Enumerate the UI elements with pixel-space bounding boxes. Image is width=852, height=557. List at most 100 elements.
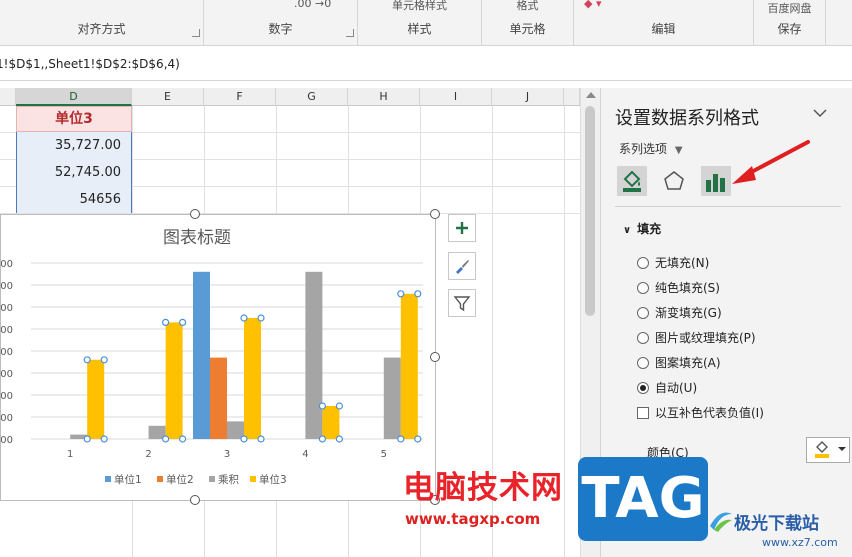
bar[interactable]: [87, 359, 105, 439]
legend-label[interactable]: 单位2: [166, 473, 194, 486]
selection-handle[interactable]: [397, 435, 405, 443]
dialog-launcher-icon[interactable]: [192, 29, 200, 37]
series-options-tab[interactable]: [701, 166, 731, 196]
radio-button[interactable]: [637, 331, 649, 344]
legend-label[interactable]: 单位1: [114, 473, 142, 486]
legend-label[interactable]: 单位3: [259, 473, 287, 486]
decimal-icon[interactable]: .00 →0: [294, 0, 331, 10]
selection-handle[interactable]: [257, 314, 265, 322]
legend-swatch[interactable]: [105, 476, 111, 482]
chevron-down-icon[interactable]: [813, 108, 827, 118]
column-header-g[interactable]: G: [276, 88, 348, 106]
eraser-icon[interactable]: ◆ ▾: [584, 0, 601, 10]
radio-button[interactable]: [637, 306, 649, 319]
column-header-h[interactable]: H: [348, 88, 420, 106]
selection-handle[interactable]: [414, 435, 422, 443]
resize-handle-right[interactable]: [430, 352, 440, 362]
bar[interactable]: [210, 357, 227, 439]
resize-handle-top[interactable]: [190, 209, 200, 219]
automatic-fill-option[interactable]: 自动(U): [637, 379, 697, 396]
legend-swatch[interactable]: [250, 476, 256, 482]
chart-svg[interactable]: 图表标题 000 000 000 000 000 000 000 000 000 1 2 3 4 5 单…: [0, 215, 437, 502]
selection-handle[interactable]: [414, 290, 422, 298]
chart-elements-button[interactable]: [448, 214, 476, 242]
selection-handle[interactable]: [162, 318, 170, 327]
selection-handle[interactable]: [397, 290, 405, 298]
radio-button-selected[interactable]: [637, 381, 649, 394]
color-picker-button[interactable]: [806, 437, 850, 463]
legend-swatch[interactable]: [209, 476, 215, 482]
ribbon-group-number[interactable]: .00 →0 数字: [204, 0, 358, 46]
selection-handle[interactable]: [257, 435, 265, 443]
scroll-up-icon[interactable]: [586, 92, 596, 98]
fill-line-tab[interactable]: [617, 166, 647, 196]
chart-filters-button[interactable]: [448, 289, 476, 317]
legend-label[interactable]: 乘积: [218, 474, 239, 486]
formula-bar[interactable]: 1!$D$1,,Sheet1!$D$2:$D$6,4): [0, 47, 852, 81]
checkbox[interactable]: [637, 406, 649, 419]
column-header-j[interactable]: J: [492, 88, 564, 106]
ribbon-group-save[interactable]: 百度网盘 保存: [754, 0, 826, 46]
bar[interactable]: [400, 293, 418, 439]
column-header-c[interactable]: [0, 88, 16, 106]
cell-styles-button[interactable]: 单元格样式: [358, 0, 481, 13]
selection-handle[interactable]: [318, 402, 326, 410]
radio-button[interactable]: [637, 356, 649, 369]
selection-handle[interactable]: [335, 435, 343, 443]
selection-handle[interactable]: [240, 435, 248, 443]
ribbon-group-styles[interactable]: 单元格样式 样式: [358, 0, 482, 46]
selection-handle[interactable]: [240, 314, 248, 322]
column-header-f[interactable]: F: [204, 88, 276, 106]
selection-handle[interactable]: [179, 435, 187, 443]
effects-tab[interactable]: [659, 166, 689, 196]
fill-section-header[interactable]: ∨ 填充: [623, 220, 661, 237]
x-tick-label: 5: [381, 449, 387, 460]
bar[interactable]: [227, 421, 244, 439]
selection-handle[interactable]: [100, 356, 108, 364]
chart-styles-button[interactable]: [448, 252, 476, 280]
pattern-fill-option[interactable]: 图案填充(A): [637, 354, 721, 371]
ribbon-group-cells[interactable]: 格式 单元格: [482, 0, 574, 46]
bar[interactable]: [322, 406, 340, 439]
selection-handle[interactable]: [83, 435, 91, 443]
selection-handle[interactable]: [335, 402, 343, 410]
gradient-fill-option[interactable]: 渐变填充(G): [637, 304, 722, 321]
cell-d2[interactable]: 35,727.00: [16, 132, 132, 159]
cell-d3[interactable]: 52,745.00: [16, 159, 132, 186]
chevron-down-icon: ∨: [623, 225, 632, 236]
solid-fill-option[interactable]: 纯色填充(S): [637, 279, 720, 296]
format-button[interactable]: 格式: [482, 0, 573, 13]
dialog-launcher-icon[interactable]: [346, 29, 354, 37]
cell-d1[interactable]: 单位3: [16, 106, 132, 132]
resize-handle-bottom[interactable]: [190, 495, 200, 505]
column-header-i[interactable]: I: [420, 88, 492, 106]
column-header-k[interactable]: [564, 88, 580, 106]
bar[interactable]: [305, 271, 323, 439]
no-fill-option[interactable]: 无填充(N): [637, 254, 709, 271]
bar[interactable]: [383, 357, 401, 439]
ribbon-group-alignment[interactable]: 对齐方式: [0, 0, 204, 46]
picture-fill-option[interactable]: 图片或纹理填充(P): [637, 329, 756, 346]
radio-button[interactable]: [637, 281, 649, 294]
ribbon-group-editing[interactable]: ◆ ▾ 编辑: [574, 0, 754, 46]
chart-area[interactable]: 图表标题 000 000 000 000 000 000 000 000 000 1 2 3 4 5 单…: [0, 214, 436, 501]
invert-if-negative-option[interactable]: 以互补色代表负值(I): [637, 404, 764, 421]
selection-handle[interactable]: [318, 435, 326, 443]
resize-handle-top-right[interactable]: [430, 209, 440, 219]
series-options-dropdown[interactable]: 系列选项 ▼: [619, 140, 683, 157]
bar[interactable]: [244, 318, 261, 439]
legend-swatch[interactable]: [157, 476, 163, 482]
bar[interactable]: [193, 271, 210, 439]
selection-handle[interactable]: [162, 435, 170, 443]
selection-handle[interactable]: [100, 435, 108, 443]
selection-handle[interactable]: [83, 356, 91, 364]
bar[interactable]: [165, 322, 183, 439]
chart-title[interactable]: 图表标题: [163, 228, 231, 248]
column-header-d[interactable]: D: [16, 88, 132, 106]
column-header-e[interactable]: E: [132, 88, 204, 106]
selection-handle[interactable]: [179, 318, 187, 327]
baidu-netdisk-button[interactable]: 百度网盘: [754, 0, 825, 16]
cell-d4[interactable]: 54656: [16, 186, 132, 213]
scrollbar-thumb[interactable]: [585, 106, 595, 316]
radio-button[interactable]: [637, 256, 649, 269]
